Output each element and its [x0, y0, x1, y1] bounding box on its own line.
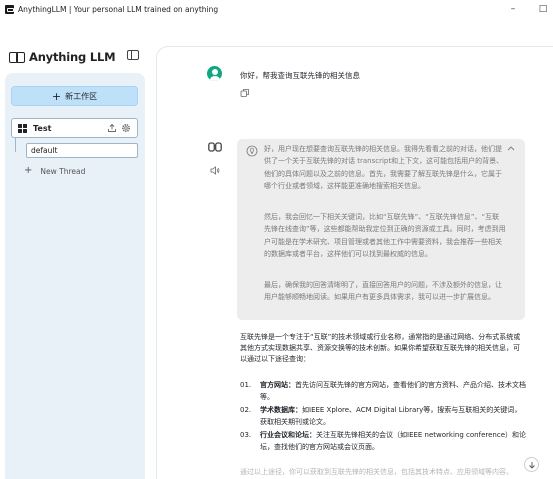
speaker-icon[interactable] [210, 166, 220, 175]
minimize-button[interactable]: – [503, 0, 523, 18]
plus-icon: + [24, 165, 33, 176]
gear-icon[interactable] [121, 123, 131, 133]
upload-icon[interactable] [107, 123, 117, 133]
thread-label: default [31, 146, 58, 155]
app-icon [5, 4, 14, 14]
new-workspace-button[interactable]: + 新工作区 [11, 86, 138, 106]
thinking-bulb-icon [246, 145, 258, 157]
brand-name: Anything LLM [29, 50, 116, 64]
user-avatar [207, 66, 222, 81]
answer-list-item: 03. 行业会议和论坛：关注互联先锋相关的会议（如IEEE networking… [240, 429, 530, 453]
thinking-paragraph: 然后，我会回忆一下相关关键词，比如“互联先锋”、“互联先锋信息”、“互联先锋在线… [264, 213, 506, 258]
new-workspace-label: 新工作区 [65, 91, 98, 101]
sidebar-toggle-icon[interactable] [127, 50, 139, 60]
answer-list-item: 01. 官方网站：首先访问互联先锋的官方网站，查看他们的官方资料、产品介绍、技术… [240, 379, 530, 403]
thinking-paragraph: 最后，确保我的回答清晰明了，直接回答用户的问题，不涉及额外的信息，让用户能够顺畅… [264, 281, 502, 302]
new-thread-button[interactable]: + New Thread [24, 166, 85, 176]
list-text: 行业会议和论坛：关注互联先锋相关的会议（如IEEE networking con… [260, 429, 526, 453]
new-thread-label: New Thread [40, 166, 86, 176]
list-number: 02. [240, 406, 252, 414]
list-text: 学术数据库：如IEEE Xplore、ACM Digital Library等，… [260, 404, 526, 428]
thinking-paragraph: 好，用户现在想要查询互联先锋的相关信息。我得先看看之前的对话，他们提供了一个关于… [264, 145, 504, 190]
chevron-up-icon[interactable] [507, 145, 515, 151]
window-title: AnythingLLM | Your personal LLM trained … [18, 4, 219, 14]
anythingllm-logo-icon [9, 52, 25, 63]
list-number: 01. [240, 381, 252, 389]
list-text: 官方网站：首先访问互联先锋的官方网站，查看他们的官方资料、产品介绍、技术文档等。 [260, 379, 526, 403]
list-title: 官方网站： [260, 381, 295, 389]
answer-intro: 互联先锋是一个专注于“互联”的技术领域或行业名称，通常指的是通过网络、分布式系统… [240, 333, 521, 364]
workspace-grid-icon [18, 123, 27, 133]
thread-item-default[interactable]: default [26, 143, 138, 158]
list-body: 首先访问互联先锋的官方网站，查看他们的官方资料、产品介绍、技术文档等。 [260, 381, 526, 402]
arrow-down-icon [528, 461, 535, 469]
copy-icon[interactable] [240, 88, 250, 98]
title-bar: AnythingLLM | Your personal LLM trained … [0, 0, 553, 18]
list-title: 学术数据库： [260, 406, 302, 414]
list-number: 03. [240, 431, 252, 439]
thread-connector [15, 138, 16, 152]
maximize-button[interactable]: □ [533, 0, 553, 18]
brand: Anything LLM [9, 50, 116, 64]
workspace-item-test[interactable]: Test [11, 118, 138, 138]
answer-cutoff-text: 通过以上途径，你可以获取到互联先锋的相关信息，包括其技术特点、应用领域等内容。 [240, 468, 513, 476]
workspace-name: Test [33, 123, 52, 133]
scroll-down-button[interactable] [524, 457, 539, 472]
user-message: 你好，帮我查询互联先锋的相关信息 [240, 71, 360, 80]
assistant-logo-icon [208, 142, 222, 152]
answer-list-item: 02. 学术数据库：如IEEE Xplore、ACM Digital Libra… [240, 404, 530, 428]
plus-icon: + [51, 89, 62, 103]
list-title: 行业会议和论坛： [260, 431, 316, 439]
